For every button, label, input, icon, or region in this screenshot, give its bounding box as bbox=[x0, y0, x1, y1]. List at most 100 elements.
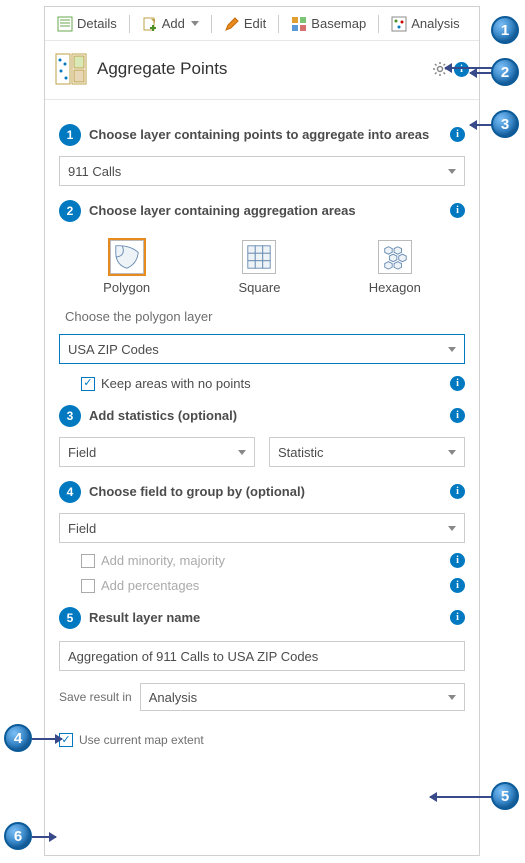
annotation-bubble-4: 4 bbox=[4, 724, 32, 752]
edit-button[interactable]: Edit bbox=[218, 13, 272, 35]
point-layer-value: 911 Calls bbox=[68, 164, 446, 179]
groupby-field-value: Field bbox=[68, 521, 446, 536]
add-label: Add bbox=[162, 16, 185, 31]
step-2-help-icon[interactable]: i bbox=[450, 203, 465, 218]
step-3: 3 Add statistics (optional) i bbox=[59, 405, 465, 427]
tool-header: Aggregate Points i bbox=[45, 41, 479, 100]
stat-type-value: Statistic bbox=[278, 445, 446, 460]
analysis-button[interactable]: Analysis bbox=[385, 13, 465, 35]
polygon-layer-value: USA ZIP Codes bbox=[68, 342, 446, 357]
save-result-row: Save result in Analysis bbox=[59, 683, 465, 711]
save-folder-value: Analysis bbox=[149, 690, 446, 705]
toolbar-sep bbox=[378, 15, 379, 33]
percentages-help-icon[interactable]: i bbox=[450, 578, 465, 593]
annotation-arrow bbox=[32, 836, 56, 838]
annotation-bubble-5: 5 bbox=[491, 782, 519, 810]
basemap-label: Basemap bbox=[311, 16, 366, 31]
annotation-arrow bbox=[470, 72, 492, 74]
step-4: 4 Choose field to group by (optional) i bbox=[59, 481, 465, 503]
step-5-label: Result layer name bbox=[89, 607, 442, 626]
step-4-help-icon[interactable]: i bbox=[450, 484, 465, 499]
groupby-field-select[interactable]: Field bbox=[59, 513, 465, 543]
annotation-arrow bbox=[430, 796, 492, 798]
chevron-down-icon bbox=[448, 526, 456, 531]
minority-majority-checkbox[interactable] bbox=[81, 554, 95, 568]
minority-majority-label: Add minority, majority bbox=[101, 553, 450, 568]
statistics-row: Field Statistic bbox=[59, 437, 465, 467]
step-3-help-icon[interactable]: i bbox=[450, 408, 465, 423]
minority-majority-help-icon[interactable]: i bbox=[450, 553, 465, 568]
save-folder-select[interactable]: Analysis bbox=[140, 683, 465, 711]
aggregate-points-icon bbox=[55, 53, 87, 85]
step-number: 2 bbox=[59, 200, 81, 222]
hexagon-grid-icon bbox=[378, 240, 412, 274]
analysis-panel: Details Add Edit Basemap bbox=[44, 6, 480, 856]
keep-empty-label: Keep areas with no points bbox=[101, 376, 450, 391]
details-button[interactable]: Details bbox=[51, 13, 123, 35]
analysis-icon bbox=[391, 16, 407, 32]
tool-body: 1 Choose layer containing points to aggr… bbox=[45, 100, 479, 753]
shape-hexagon[interactable]: Hexagon bbox=[365, 236, 425, 299]
keep-empty-row: Keep areas with no points i bbox=[81, 376, 465, 391]
basemap-icon bbox=[291, 16, 307, 32]
minority-majority-row: Add minority, majority i bbox=[81, 553, 465, 568]
details-icon bbox=[57, 16, 73, 32]
tool-title: Aggregate Points bbox=[97, 59, 432, 79]
shape-square-label: Square bbox=[239, 280, 281, 295]
percentages-row: Add percentages i bbox=[81, 578, 465, 593]
shape-polygon[interactable]: Polygon bbox=[99, 236, 154, 299]
annotation-arrow bbox=[470, 124, 492, 126]
result-layer-name-value: Aggregation of 911 Calls to USA ZIP Code… bbox=[68, 649, 318, 664]
toolbar-sep bbox=[129, 15, 130, 33]
tool-help-icon[interactable]: i bbox=[454, 62, 469, 77]
keep-empty-checkbox[interactable] bbox=[81, 377, 95, 391]
save-result-label: Save result in bbox=[59, 690, 132, 704]
step-number: 5 bbox=[59, 607, 81, 629]
step-5: 5 Result layer name i bbox=[59, 607, 465, 629]
annotation-bubble-2: 2 bbox=[491, 58, 519, 86]
polygon-layer-sublabel: Choose the polygon layer bbox=[65, 309, 465, 324]
step-1: 1 Choose layer containing points to aggr… bbox=[59, 124, 465, 146]
aggregation-shape-row: Polygon Square Hexagon bbox=[59, 236, 465, 299]
chevron-down-icon bbox=[448, 450, 456, 455]
percentages-label: Add percentages bbox=[101, 578, 450, 593]
step-number: 1 bbox=[59, 124, 81, 146]
edit-label: Edit bbox=[244, 16, 266, 31]
chevron-down-icon bbox=[448, 695, 456, 700]
add-icon bbox=[142, 16, 158, 32]
chevron-down-icon bbox=[238, 450, 246, 455]
polygon-layer-select[interactable]: USA ZIP Codes bbox=[59, 334, 465, 364]
shape-square[interactable]: Square bbox=[235, 236, 285, 299]
add-button[interactable]: Add bbox=[136, 13, 205, 35]
step-1-help-icon[interactable]: i bbox=[450, 127, 465, 142]
stat-field-select[interactable]: Field bbox=[59, 437, 255, 467]
keep-empty-help-icon[interactable]: i bbox=[450, 376, 465, 391]
use-extent-label: Use current map extent bbox=[79, 733, 465, 747]
stat-type-select[interactable]: Statistic bbox=[269, 437, 465, 467]
step-4-label: Choose field to group by (optional) bbox=[89, 481, 442, 500]
chevron-down-icon bbox=[448, 347, 456, 352]
use-extent-row: Use current map extent bbox=[59, 733, 465, 747]
step-1-label: Choose layer containing points to aggreg… bbox=[89, 124, 442, 143]
annotation-bubble-1: 1 bbox=[491, 16, 519, 44]
shape-hexagon-label: Hexagon bbox=[369, 280, 421, 295]
shape-polygon-label: Polygon bbox=[103, 280, 150, 295]
step-5-help-icon[interactable]: i bbox=[450, 610, 465, 625]
basemap-button[interactable]: Basemap bbox=[285, 13, 372, 35]
polygon-icon bbox=[110, 240, 144, 274]
step-number: 4 bbox=[59, 481, 81, 503]
details-label: Details bbox=[77, 16, 117, 31]
point-layer-select[interactable]: 911 Calls bbox=[59, 156, 465, 186]
square-grid-icon bbox=[242, 240, 276, 274]
step-2: 2 Choose layer containing aggregation ar… bbox=[59, 200, 465, 222]
percentages-checkbox[interactable] bbox=[81, 579, 95, 593]
annotation-arrow bbox=[32, 738, 62, 740]
step-2-label: Choose layer containing aggregation area… bbox=[89, 200, 442, 219]
stat-field-value: Field bbox=[68, 445, 236, 460]
toolbar-sep bbox=[211, 15, 212, 33]
map-toolbar: Details Add Edit Basemap bbox=[45, 7, 479, 41]
result-layer-name-input[interactable]: Aggregation of 911 Calls to USA ZIP Code… bbox=[59, 641, 465, 671]
step-3-label: Add statistics (optional) bbox=[89, 405, 442, 424]
toolbar-sep bbox=[278, 15, 279, 33]
step-number: 3 bbox=[59, 405, 81, 427]
